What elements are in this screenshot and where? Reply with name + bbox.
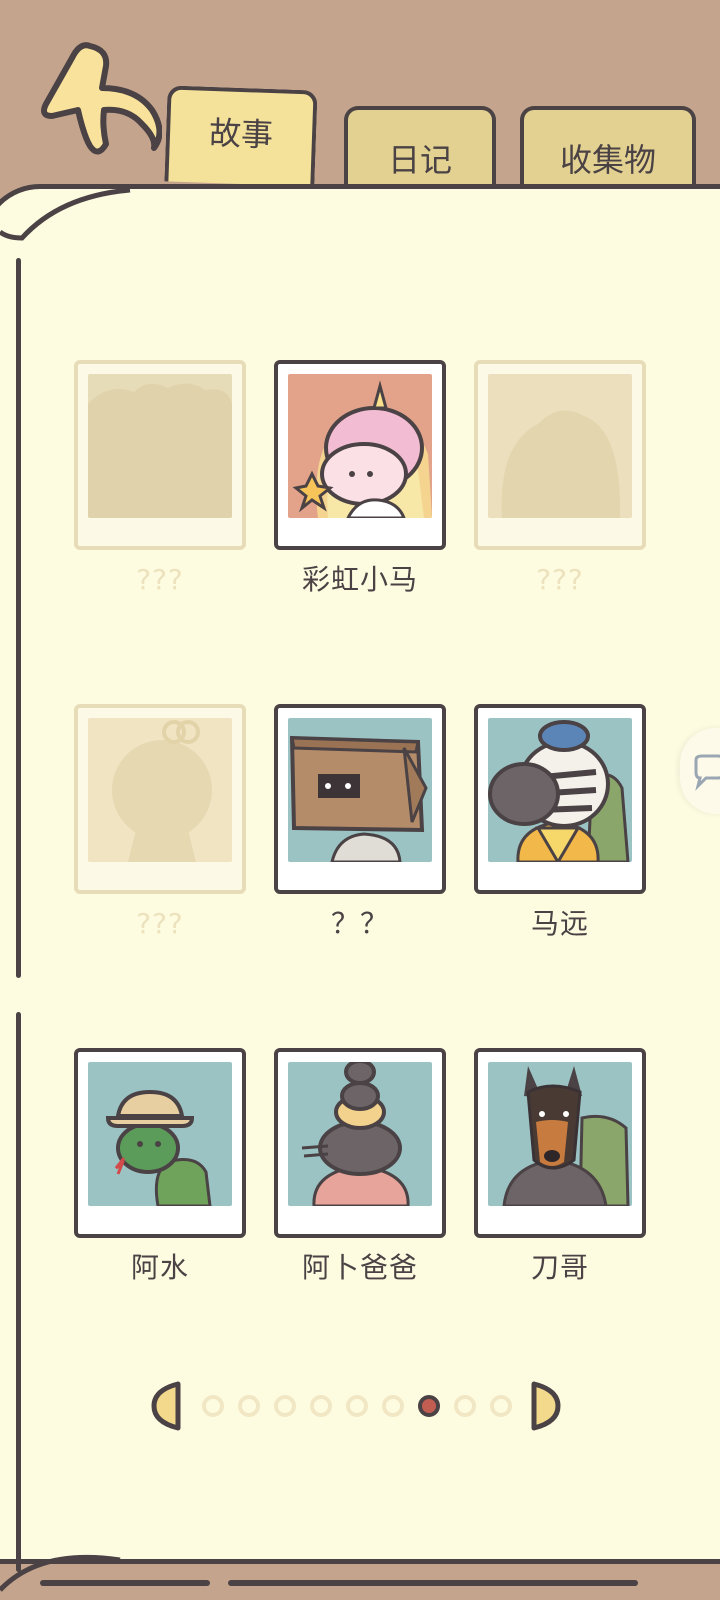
tab-collection[interactable]: 收集物 — [520, 106, 696, 186]
photo-frame — [74, 704, 246, 894]
character-name: ??? — [136, 563, 184, 596]
book-spine-line — [16, 1012, 21, 1572]
page-dot-active[interactable] — [418, 1395, 440, 1417]
back-arrow-icon — [41, 42, 163, 155]
tab-diary[interactable]: 日记 — [344, 106, 496, 186]
back-arrow-button[interactable] — [32, 36, 163, 156]
doberman-portrait — [488, 1062, 632, 1206]
locked-silhouette — [488, 374, 632, 518]
page-dot[interactable] — [310, 1395, 332, 1417]
photo-frame — [474, 360, 646, 550]
book-bottom-edge — [228, 1580, 638, 1586]
book-bottom-edge — [40, 1580, 210, 1586]
character-card: 彩虹小马 — [274, 360, 446, 600]
photo-frame[interactable] — [474, 1048, 646, 1238]
character-name: 马远 — [530, 907, 589, 940]
box-head-portrait — [288, 718, 432, 862]
character-card: 阿卜爸爸 — [274, 1048, 446, 1288]
rainbow-pony-portrait — [288, 374, 432, 518]
character-card: 刀哥 — [474, 1048, 646, 1288]
page-dot[interactable] — [202, 1395, 224, 1417]
character-name: 彩虹小马 — [301, 563, 418, 596]
character-name: ??? — [136, 907, 184, 940]
chat-bubble-icon — [694, 754, 720, 791]
page-dot[interactable] — [382, 1395, 404, 1417]
stacked-family-portrait — [288, 1062, 432, 1206]
tab-diary-label: 日记 — [387, 141, 452, 179]
page-dot[interactable] — [454, 1395, 476, 1417]
character-card: ??? — [74, 360, 246, 600]
locked-silhouette — [88, 718, 232, 862]
snake-portrait — [88, 1062, 232, 1206]
page-dot[interactable] — [274, 1395, 296, 1417]
character-card: 阿水 — [74, 1048, 246, 1288]
page-dot[interactable] — [238, 1395, 260, 1417]
character-card: ？？ — [274, 704, 446, 944]
prev-page-icon[interactable] — [150, 1380, 184, 1432]
character-name: ??? — [536, 563, 584, 596]
photo-frame[interactable] — [274, 360, 446, 550]
tab-collection-label: 收集物 — [559, 141, 656, 179]
page-dot[interactable] — [490, 1395, 512, 1417]
character-card: ??? — [74, 704, 246, 944]
character-name: 刀哥 — [530, 1251, 589, 1284]
character-name: 阿卜爸爸 — [301, 1251, 418, 1284]
photo-frame[interactable] — [274, 1048, 446, 1238]
character-card: ??? — [474, 360, 646, 600]
page-dot[interactable] — [346, 1395, 368, 1417]
character-name: 阿水 — [130, 1251, 189, 1284]
character-card: 马远 — [474, 704, 646, 944]
photo-frame[interactable] — [474, 704, 646, 894]
book-spine-line — [16, 258, 21, 978]
tab-story[interactable]: 故事 — [164, 85, 318, 187]
page-indicator — [150, 1380, 570, 1434]
next-page-icon[interactable] — [528, 1380, 562, 1432]
tab-story-label: 故事 — [208, 113, 274, 155]
character-name: ？？ — [330, 907, 389, 940]
photo-frame[interactable] — [274, 704, 446, 894]
locked-silhouette — [88, 374, 232, 518]
photo-frame[interactable] — [74, 1048, 246, 1238]
zebra-portrait — [488, 718, 632, 862]
photo-frame — [74, 360, 246, 550]
